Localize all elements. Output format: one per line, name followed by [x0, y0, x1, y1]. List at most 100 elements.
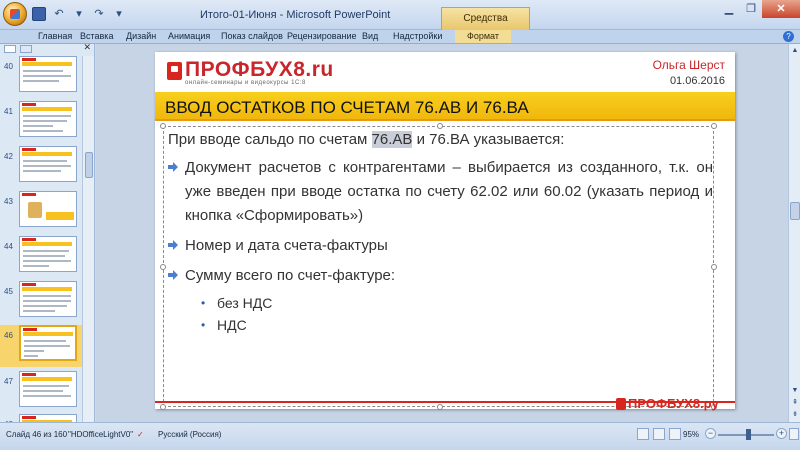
thumbnail-row[interactable]: 47 [0, 371, 82, 413]
resize-handle[interactable] [160, 123, 166, 129]
tab-home[interactable]: Главная [38, 31, 72, 41]
thumbnail-number: 46 [4, 331, 13, 340]
bullet-text: Документ расчетов с контрагентами – выби… [185, 159, 713, 224]
slide-thumbnail[interactable] [19, 371, 77, 407]
bullet-item[interactable]: Сумму всего по счет-фактуре: [168, 264, 713, 288]
close-panel-icon[interactable]: ✕ [83, 42, 91, 53]
tab-addins[interactable]: Надстройки [393, 31, 442, 41]
slide-thumbnail[interactable] [19, 325, 77, 361]
thumbnail-row[interactable]: 43 [0, 191, 82, 233]
thumbnail-scrollbar[interactable] [82, 56, 94, 422]
language-indicator[interactable]: Русский (Россия) [158, 430, 221, 439]
scroll-up-icon[interactable]: ▲ [790, 46, 800, 56]
slide-thumbnail[interactable] [19, 414, 77, 422]
tab-view[interactable]: Вид [362, 31, 378, 41]
thumbnail-number: 40 [4, 62, 13, 71]
resize-handle[interactable] [437, 404, 443, 410]
slideshow-icon[interactable] [669, 428, 681, 440]
theme-name: "HDOfficeLightV0" [68, 430, 134, 439]
zoom-out-icon[interactable]: − [705, 428, 716, 439]
resize-handle[interactable] [437, 123, 443, 129]
thumbnail-row[interactable]: 44 [0, 236, 82, 278]
bullet-item[interactable]: Номер и дата счета-фактуры [168, 234, 713, 258]
redo-icon[interactable]: ↷ [92, 7, 106, 21]
zoom-slider-knob[interactable] [746, 429, 751, 440]
slide-canvas[interactable]: ПРОФБУХ8.ru онлайн-семинары и видеокурсы… [155, 52, 735, 410]
watermark-logo-icon [616, 397, 626, 410]
thumbnail-row[interactable]: 40 [0, 56, 82, 98]
slide-editor: ПРОФБУХ8.ru онлайн-семинары и видеокурсы… [96, 44, 788, 422]
thumbnail-list: 40 41 42 43 44 45 46 47 [0, 56, 82, 422]
arrow-bullet-icon [168, 270, 178, 280]
thumbnail-row[interactable]: 45 [0, 281, 82, 323]
thumbnail-row[interactable]: 42 [0, 146, 82, 188]
scroll-down-icon[interactable]: ▼ [790, 386, 800, 396]
bullet-text: Сумму всего по счет-фактуре: [185, 267, 396, 284]
slides-tab-icon[interactable] [4, 45, 16, 53]
slide-thumbnail[interactable] [19, 56, 77, 92]
arrow-bullet-icon [168, 240, 178, 250]
dropdown-arrow-icon[interactable]: ▾ [72, 7, 86, 21]
restore-icon[interactable]: ❐ [740, 0, 762, 18]
slide-thumbnail[interactable] [19, 191, 77, 227]
tab-animation[interactable]: Анимация [168, 31, 210, 41]
resize-handle[interactable] [711, 123, 717, 129]
thumbnail-number: 45 [4, 287, 13, 296]
slide-thumbnail[interactable] [19, 281, 77, 317]
thumbnail-number: 43 [4, 197, 13, 206]
slide-date: 01.06.2016 [669, 75, 725, 87]
intro-text[interactable]: При вводе сальдо по счетам 76.АВ и 76.ВА… [168, 131, 564, 148]
title-band: ВВОД ОСТАТКОВ ПО СЧЕТАМ 76.АВ И 76.ВА [155, 92, 735, 121]
sub-bullet-item[interactable]: НДС [199, 314, 713, 336]
scrollbar-thumb[interactable] [790, 202, 800, 220]
slide-thumbnail[interactable] [19, 236, 77, 272]
drawing-tools-header: Средства рисования [441, 7, 530, 46]
brand-logo-subtitle: онлайн-семинары и видеокурсы 1С:8 [185, 80, 306, 86]
tab-slideshow[interactable]: Показ слайдов [221, 31, 283, 41]
undo-icon[interactable]: ↶ [52, 7, 66, 21]
quick-access-toolbar: ↶ ▾ ↷ ▾ [32, 7, 126, 21]
thumbnail-number: 41 [4, 107, 13, 116]
vertical-scrollbar[interactable]: ▲ ▼ ⇞ ⇟ [788, 44, 800, 422]
author-name: Ольга Шерст [652, 58, 725, 72]
help-icon[interactable]: ? [783, 31, 794, 42]
intro-text-part: При вводе сальдо по счетам [168, 131, 372, 148]
office-button-icon[interactable] [3, 2, 27, 26]
panel-tabs: ✕ [0, 42, 95, 54]
minimize-icon[interactable]: ▁ [718, 0, 740, 18]
slides-panel: ✕ 40 41 42 43 44 45 46 47 [0, 42, 95, 422]
fit-slide-icon[interactable] [789, 428, 799, 440]
resize-handle[interactable] [160, 264, 166, 270]
tab-format[interactable]: Формат [455, 30, 511, 43]
slide-thumbnail[interactable] [19, 146, 77, 182]
status-bar: Слайд 46 из 160 "HDOfficeLightV0" ✓ Русс… [0, 422, 800, 450]
slide-thumbnail[interactable] [19, 101, 77, 137]
thumbnail-row[interactable]: 48 [0, 414, 82, 422]
zoom-level[interactable]: 95% [683, 430, 699, 439]
close-icon[interactable]: ✕ [762, 0, 800, 18]
zoom-in-icon[interactable]: + [776, 428, 787, 439]
save-icon[interactable] [32, 7, 46, 21]
thumbnail-number: 47 [4, 377, 13, 386]
thumbnail-row-selected[interactable]: 46 [0, 325, 82, 367]
arrow-bullet-icon [168, 162, 178, 172]
window-title: Итого-01-Июня - Microsoft PowerPoint [200, 9, 391, 21]
previous-slide-icon[interactable]: ⇞ [790, 398, 800, 408]
resize-handle[interactable] [160, 404, 166, 410]
outline-tab-icon[interactable] [20, 45, 32, 53]
sub-bullet-item[interactable]: без НДС [199, 292, 713, 314]
tab-insert[interactable]: Вставка [80, 31, 113, 41]
normal-view-icon[interactable] [637, 428, 649, 440]
scrollbar-thumb[interactable] [85, 152, 93, 178]
bullet-text: Номер и дата счета-фактуры [185, 237, 388, 254]
tab-design[interactable]: Дизайн [126, 31, 156, 41]
spellcheck-icon[interactable]: ✓ [137, 430, 144, 439]
slide-title[interactable]: ВВОД ОСТАТКОВ ПО СЧЕТАМ 76.АВ И 76.ВА [165, 98, 529, 118]
next-slide-icon[interactable]: ⇟ [790, 410, 800, 420]
thumbnail-row[interactable]: 41 [0, 101, 82, 143]
slide-sorter-icon[interactable] [653, 428, 665, 440]
watermark: ПРОФБУХ8.ру [616, 396, 719, 411]
customize-qat-icon[interactable]: ▾ [112, 7, 126, 21]
bullet-item[interactable]: Документ расчетов с контрагентами – выби… [168, 156, 713, 228]
tab-review[interactable]: Рецензирование [287, 31, 357, 41]
